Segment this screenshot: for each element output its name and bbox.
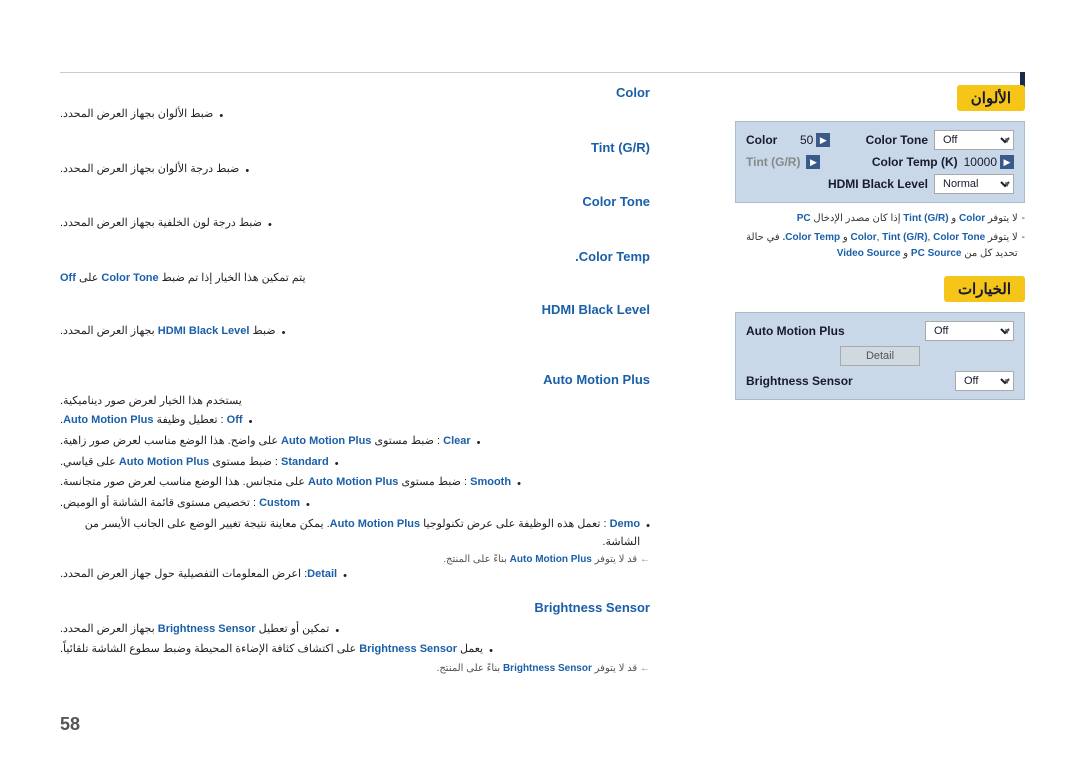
auto-motion-left: Auto Motion Plus [746, 324, 880, 338]
color-notes: - لا يتوفر Color و Tint (G/R) إذا كان مص… [735, 211, 1025, 262]
note-1-text: لا يتوفر Color و Tint (G/R) إذا كان مصدر… [797, 211, 1018, 227]
tint-bullet-1: • ضبط درجة الألوان بجهاز العرض المحدد. [60, 160, 650, 181]
tint-value-group: ▶ [806, 155, 820, 169]
color-temp-label: Color Temp (K) [872, 155, 958, 169]
color-value-group: 50 ▶ [783, 133, 830, 147]
color-section-title: Color [60, 85, 650, 100]
color-tone-bullet-1: • ضبط درجة لون الخلفية بجهاز العرض المحد… [60, 214, 650, 235]
color-setting-left: Color 50 ▶ [746, 133, 866, 147]
tint-section-title: Tint (G/R) [60, 140, 650, 155]
brightness-left: Brightness Sensor [746, 374, 880, 388]
settings-row-1: Color 50 ▶ Color Tone Off Cool Normal Wa… [746, 130, 1014, 150]
color-tone-section-title: Color Tone [60, 194, 650, 209]
color-temp-right: Color Temp (K) 10000 ▶ [872, 155, 1014, 169]
hdmi-bullet-1: • ضبط HDMI Black Level بجهاز العرض المحد… [60, 322, 650, 343]
detail-btn-row: Detail [746, 346, 1014, 366]
note-2-text: لا يتوفر Color, Tint (G/R), Color Tone و… [735, 230, 1018, 262]
auto-motion-select[interactable]: Off Clear Standard Smooth Custom Demo [925, 321, 1014, 341]
note-line-2: - لا يتوفر Color, Tint (G/R), Color Tone… [735, 230, 1025, 262]
amp-demo: • Demo : تعمل هذه الوظيفة على عرض تكنولو… [60, 515, 650, 552]
hdmi-right: HDMI Black Level Normal Low [828, 174, 1014, 194]
bs-sub-note: قد لا يتوفر Brightness Sensor بناءً على … [68, 663, 650, 674]
color-tone-select-wrapper: Off Cool Normal Warm1 Warm2 [934, 130, 1014, 150]
hdmi-select[interactable]: Normal Low [934, 174, 1014, 194]
color-value: 50 [783, 133, 813, 147]
color-tone-select[interactable]: Off Cool Normal Warm1 Warm2 [934, 130, 1014, 150]
page-number: 58 [60, 714, 80, 735]
color-label: Color [746, 133, 777, 147]
brightness-select-wrapper: Off On [955, 371, 1014, 391]
brightness-select[interactable]: Off On [955, 371, 1014, 391]
tint-setting-left: Tint (G/R) ▶ [746, 155, 872, 169]
amp-intro: يستخدم هذا الخيار لعرض صور ديناميكية. [60, 392, 650, 411]
auto-motion-right: Off Clear Standard Smooth Custom Demo [880, 321, 1014, 341]
alwan-badge: الألوان [957, 85, 1025, 111]
right-panel: الألوان Color 50 ▶ Color Tone Off [735, 85, 1025, 406]
hdmi-section-title: HDMI Black Level [60, 302, 650, 317]
amp-off: • Off : تعطيل وظيفة Auto Motion Plus. [60, 411, 650, 432]
options-badge: الخيارات [944, 276, 1025, 302]
auto-motion-row: Auto Motion Plus Off Clear Standard Smoo… [746, 321, 1014, 341]
color-settings-box: Color 50 ▶ Color Tone Off Cool Normal Wa… [735, 121, 1025, 203]
color-bullet-1: • ضبط الألوان بجهاز العرض المحدد. [60, 105, 650, 126]
tint-label: Tint (G/R) [746, 155, 800, 169]
detail-button[interactable]: Detail [840, 346, 920, 366]
settings-row-3: HDMI Black Level Normal Low [746, 174, 1014, 194]
color-temp-value-group: 10000 ▶ [964, 155, 1014, 169]
bs-bullet-1: • تمكين أو تعطيل Brightness Sensor بجهاز… [60, 620, 650, 641]
color-temp-note: يتم تمكين هذا الخيار إذا تم ضبط Color To… [60, 269, 650, 288]
brightness-right: Off On [880, 371, 1014, 391]
amp-detail: • Detail: اعرض المعلومات التفصيلية حول ج… [60, 565, 650, 586]
color-temp-section-title: Color Temp. [60, 249, 650, 264]
bs-section-title: Brightness Sensor [60, 600, 650, 615]
settings-row-2: Tint (G/R) ▶ Color Temp (K) 10000 ▶ [746, 155, 1014, 169]
top-divider [60, 72, 1020, 73]
options-settings-box: Auto Motion Plus Off Clear Standard Smoo… [735, 312, 1025, 400]
amp-section-title: Auto Motion Plus [60, 372, 650, 387]
auto-motion-label: Auto Motion Plus [746, 324, 845, 338]
brightness-label: Brightness Sensor [746, 374, 853, 388]
hdmi-select-wrapper: Normal Low [934, 174, 1014, 194]
left-content-area: Color • ضبط الألوان بجهاز العرض المحدد. … [60, 85, 650, 674]
amp-clear: • Clear : ضبط مستوى Auto Motion Plus على… [60, 432, 650, 453]
section-divider-1 [60, 342, 650, 358]
color-arrow-btn[interactable]: ▶ [816, 133, 830, 147]
tint-arrow-btn[interactable]: ▶ [806, 155, 820, 169]
color-temp-arrow-btn[interactable]: ▶ [1000, 155, 1014, 169]
color-tone-right: Color Tone Off Cool Normal Warm1 Warm2 [866, 130, 1014, 150]
amp-standard: • Standard : ضبط مستوى Auto Motion Plus … [60, 453, 650, 474]
bs-bullet-2: • يعمل Brightness Sensor على اكتشاف كثاف… [60, 640, 650, 661]
amp-custom: • Custom : تخصيص مستوى قائمة الشاشة أو ا… [60, 494, 650, 515]
brightness-row: Brightness Sensor Off On [746, 371, 1014, 391]
color-tone-label: Color Tone [866, 133, 928, 147]
amp-sub-note: قد لا يتوفر Auto Motion Plus بناءً على ا… [68, 554, 650, 565]
auto-motion-select-wrapper: Off Clear Standard Smooth Custom Demo [925, 321, 1014, 341]
amp-smooth: • Smooth : ضبط مستوى Auto Motion Plus عل… [60, 473, 650, 494]
color-temp-value: 10000 [964, 155, 997, 169]
note-line-1: - لا يتوفر Color و Tint (G/R) إذا كان مص… [735, 211, 1025, 227]
hdmi-label: HDMI Black Level [828, 177, 928, 191]
